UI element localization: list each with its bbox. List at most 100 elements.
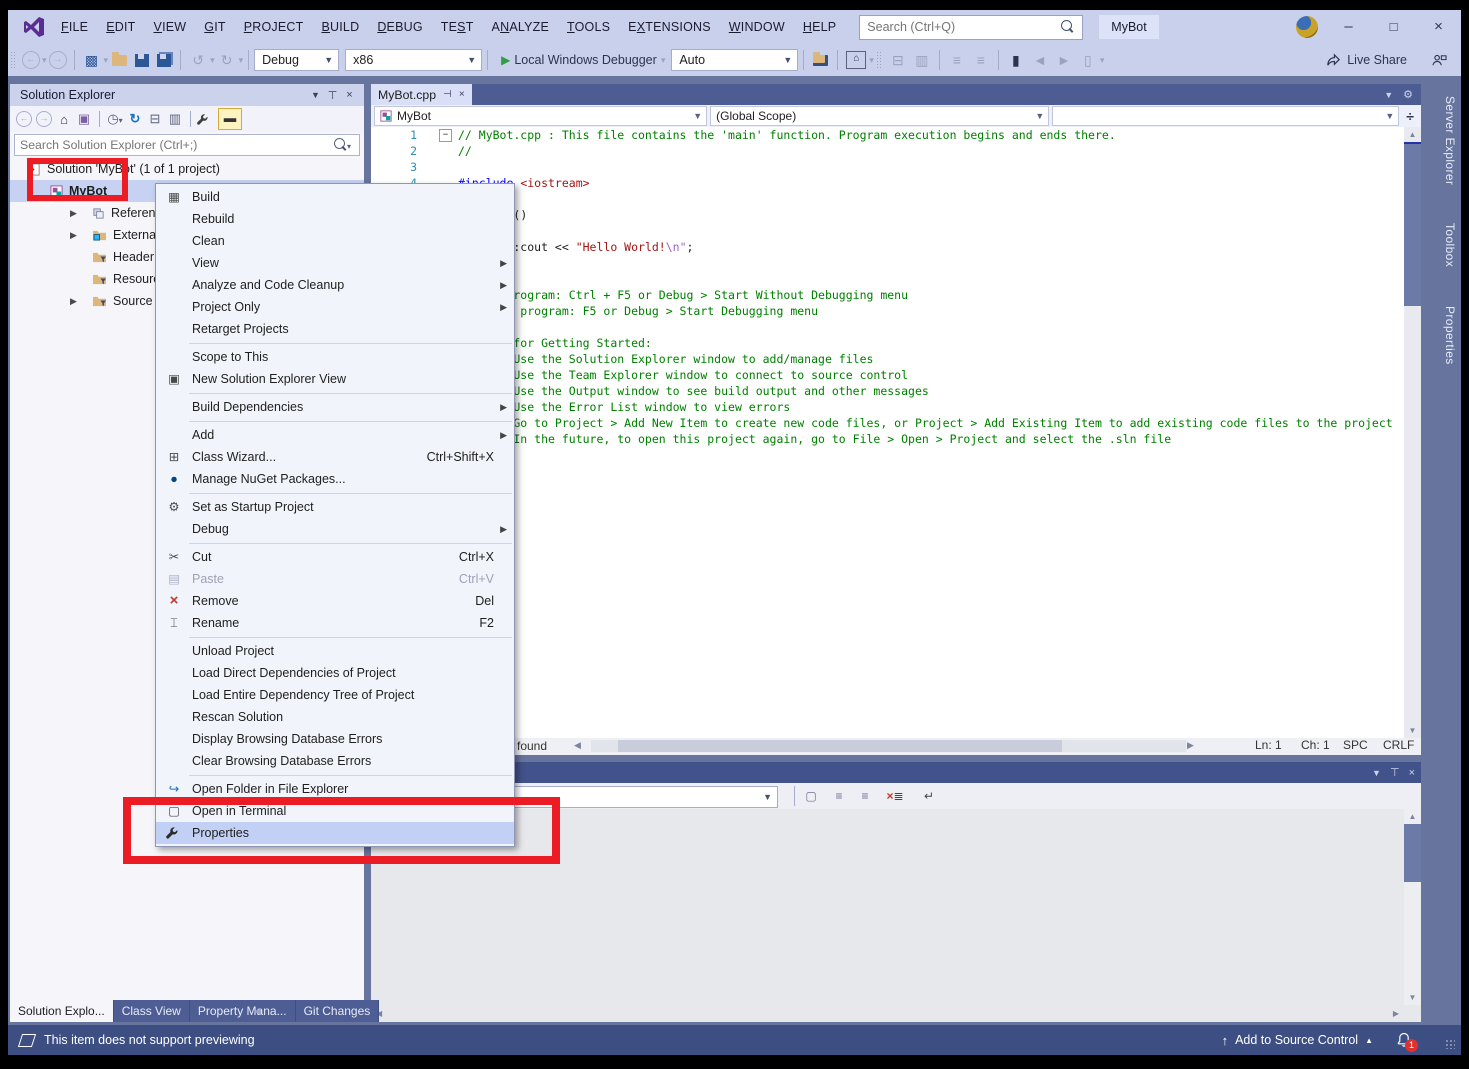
solution-explorer-titlebar[interactable]: Solution Explorer ▼ ⊤ × [10, 84, 364, 106]
expand-arrow-icon[interactable]: ▶ [70, 208, 77, 219]
show-all-files-toggle[interactable]: ▬ [218, 108, 242, 130]
se-back-button[interactable]: ← [16, 111, 32, 127]
se-home-button[interactable]: ⌂ [54, 112, 74, 127]
member-scope-dropdown[interactable]: ▼ [1052, 106, 1399, 126]
menu-item-analyze-and-code-cleanup[interactable]: Analyze and Code Cleanup▶ [156, 274, 514, 296]
solution-explorer-search-box[interactable]: Search Solution Explorer (Ctrl+;) ▾ [14, 134, 360, 156]
user-avatar[interactable] [1296, 16, 1318, 38]
project-scope-dropdown[interactable]: MyBot▼ [374, 106, 707, 126]
output-close-icon[interactable]: × [1409, 767, 1415, 779]
menu-item-project-only[interactable]: Project Only▶ [156, 296, 514, 318]
menu-item-load-direct-dependencies-of-project[interactable]: Load Direct Dependencies of Project [156, 662, 514, 684]
se-forward-button[interactable]: → [36, 111, 52, 127]
output-panel-titlebar[interactable]: ▼ ⊤ × [371, 762, 1421, 783]
feedback-icon[interactable] [1431, 53, 1447, 68]
menu-item-manage-nuget-packages-[interactable]: ●Manage NuGet Packages... [156, 468, 514, 490]
menu-project[interactable]: PROJECT [235, 10, 313, 44]
output-hscroll-right-arrow[interactable]: ▶ [1393, 1009, 1399, 1018]
live-share-button[interactable]: Live Share [1347, 53, 1407, 67]
menu-item-rebuild[interactable]: Rebuild [156, 208, 514, 230]
find-in-files-icon[interactable] [813, 55, 828, 66]
menu-item-rescan-solution[interactable]: Rescan Solution [156, 706, 514, 728]
panel-tab-git-changes[interactable]: Git Changes [296, 1000, 380, 1022]
menu-item-set-as-startup-project[interactable]: ⚙Set as Startup Project [156, 496, 514, 518]
close-icon[interactable]: × [341, 89, 358, 101]
solution-configuration-dropdown[interactable]: Debug▼ [254, 49, 339, 71]
previous-message-icon[interactable]: ≡ [827, 789, 851, 803]
solution-platform-dropdown[interactable]: x86▼ [345, 49, 482, 71]
toolbar-overflow-dropdown[interactable]: ▾ [869, 55, 874, 66]
autohide-tab-toolbox[interactable]: Toolbox [1427, 211, 1457, 279]
menu-debug[interactable]: DEBUG [368, 10, 431, 44]
output-scroll-down-arrow[interactable]: ▼ [1404, 990, 1421, 1005]
expand-arrow-icon[interactable]: ▶ [70, 230, 77, 241]
next-message-icon[interactable]: ≡ [853, 789, 877, 803]
menu-tools[interactable]: TOOLS [558, 10, 619, 44]
scroll-up-arrow[interactable]: ▲ [1404, 127, 1421, 142]
copy-reference-icon[interactable]: ▥ [913, 52, 931, 69]
open-file-icon[interactable] [112, 55, 127, 66]
fold-collapse-icon[interactable]: − [439, 129, 452, 142]
debug-target-dropdown[interactable]: ▾ [661, 55, 666, 66]
menu-item-clear-browsing-database-errors[interactable]: Clear Browsing Database Errors [156, 750, 514, 772]
menu-item-display-browsing-database-errors[interactable]: Display Browsing Database Errors [156, 728, 514, 750]
menu-item-unload-project[interactable]: Unload Project [156, 640, 514, 662]
menu-item-scope-to-this[interactable]: Scope to This [156, 346, 514, 368]
new-project-button[interactable]: ▩ [83, 52, 101, 69]
hscroll-thumb[interactable] [618, 740, 1062, 752]
close-button[interactable]: × [1416, 10, 1461, 44]
quick-search-box[interactable]: Search (Ctrl+Q) [859, 15, 1083, 40]
undo-dropdown[interactable]: ▾ [210, 55, 215, 66]
output-scrollbar-thumb[interactable] [1404, 824, 1421, 882]
pin-icon[interactable]: ⊤ [324, 89, 341, 102]
bookmark-button[interactable]: ▮ [1007, 52, 1025, 69]
start-debugging-button[interactable]: Local Windows Debugger [514, 53, 656, 67]
search-context-chip[interactable]: MyBot [1099, 15, 1158, 39]
indent-decrease-icon[interactable]: ≡ [948, 52, 966, 68]
menu-item-cut[interactable]: ✂CutCtrl+X [156, 546, 514, 568]
hscroll-left-arrow[interactable]: ◀ [574, 740, 581, 751]
type-scope-dropdown[interactable]: (Global Scope)▼ [710, 106, 1049, 126]
next-bookmark-button[interactable]: ► [1055, 52, 1073, 68]
resize-grip[interactable] [1445, 1039, 1455, 1049]
clear-all-icon[interactable]: ×≣ [883, 789, 907, 803]
editor-options-gear-icon[interactable]: ⚙ [1403, 88, 1413, 101]
menu-git[interactable]: GIT [195, 10, 234, 44]
menu-file[interactable]: FILE [52, 10, 97, 44]
save-button[interactable] [135, 54, 149, 67]
menu-item-remove[interactable]: ×RemoveDel [156, 590, 514, 612]
menu-window[interactable]: WINDOW [720, 10, 794, 44]
indent-increase-icon[interactable]: ≡ [972, 52, 990, 68]
save-all-button[interactable] [157, 54, 171, 67]
menu-item-build-dependencies[interactable]: Build Dependencies▶ [156, 396, 514, 418]
editor-vertical-scrollbar[interactable]: ▲ ▼ [1404, 127, 1421, 738]
switch-views-icon[interactable]: ▣ [74, 111, 94, 127]
expand-arrow-icon[interactable]: ▶ [70, 296, 77, 307]
solution-home-button[interactable]: ⌂ [846, 51, 866, 69]
tab-pin-icon[interactable]: ⊣ [443, 89, 452, 100]
output-position-dropdown-icon[interactable]: ▼ [1372, 768, 1381, 778]
autohide-tab-server-explorer[interactable]: Server Explorer [1427, 84, 1457, 197]
undo-button[interactable]: ↺ [189, 52, 207, 69]
word-wrap-icon[interactable]: ↵ [917, 789, 941, 803]
menu-item-retarget-projects[interactable]: Retarget Projects [156, 318, 514, 340]
new-project-dropdown[interactable]: ▾ [104, 55, 109, 66]
menu-analyze[interactable]: ANALYZE [483, 10, 558, 44]
maximize-button[interactable]: □ [1371, 10, 1416, 44]
auto-dropdown[interactable]: Auto▼ [671, 49, 798, 71]
menu-build[interactable]: BUILD [312, 10, 368, 44]
find-message-icon[interactable]: ▢ [799, 789, 823, 803]
redo-button[interactable]: ↻ [218, 52, 236, 69]
menu-item-build[interactable]: ▦Build [156, 186, 514, 208]
code-editor[interactable]: 1−// MyBot.cpp : This file contains the … [371, 127, 1404, 738]
tab-strip-scroll-left-icon[interactable]: ◀ [254, 1006, 261, 1017]
menu-item-clean[interactable]: Clean [156, 230, 514, 252]
panel-tab-class-view[interactable]: Class View [114, 1000, 190, 1022]
menu-edit[interactable]: EDIT [97, 10, 144, 44]
output-scroll-up-arrow[interactable]: ▲ [1404, 809, 1421, 824]
menu-help[interactable]: HELP [794, 10, 845, 44]
document-tab-mybot-cpp[interactable]: MyBot.cpp ⊣ × [371, 84, 472, 105]
scrollbar-thumb[interactable] [1404, 144, 1421, 306]
navigate-back-button[interactable]: ← [22, 51, 40, 69]
minimize-button[interactable]: – [1326, 10, 1371, 44]
